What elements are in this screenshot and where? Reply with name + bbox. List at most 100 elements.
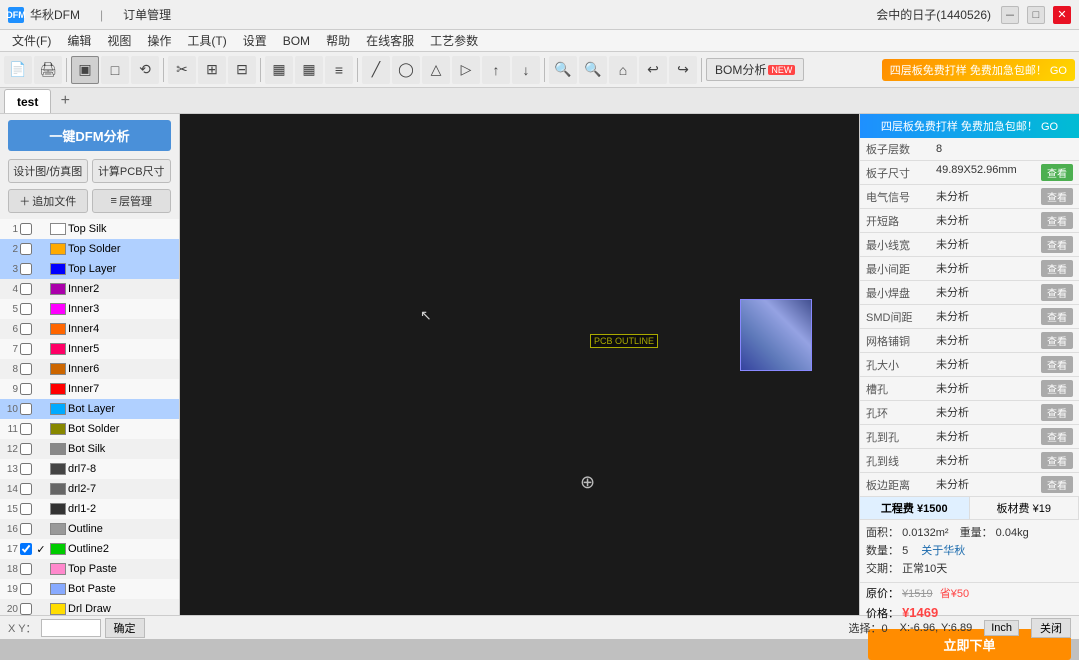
layer-visibility-checkbox[interactable] xyxy=(20,283,32,295)
bom-analysis-button[interactable]: BOM分析 NEW xyxy=(706,58,804,81)
layer-visibility-checkbox[interactable] xyxy=(20,603,32,615)
layer-visibility-checkbox[interactable] xyxy=(20,323,32,335)
layer-item[interactable]: 18 Top Paste xyxy=(0,559,179,579)
layer-item[interactable]: 8 Inner6 xyxy=(0,359,179,379)
cost-tab[interactable]: 工程费 ¥1500 xyxy=(860,497,970,519)
tb-merge[interactable]: ⊞ xyxy=(198,56,226,84)
property-check-button[interactable]: 查看 xyxy=(1041,356,1073,373)
design-view-button[interactable]: 设计图/仿真图 xyxy=(8,159,88,183)
tb-undo[interactable]: ↩ xyxy=(639,56,667,84)
tb-minus[interactable]: ⊟ xyxy=(228,56,256,84)
layer-visibility-checkbox[interactable] xyxy=(20,443,32,455)
pcb-canvas[interactable]: PCB OUTLINE ⊕ ↖ xyxy=(180,114,859,615)
layer-visibility-checkbox[interactable] xyxy=(20,583,32,595)
right-top-banner[interactable]: 四层板免费打样 免费加急包邮！ GO xyxy=(860,114,1079,138)
layer-item[interactable]: 17 ✓ Outline2 xyxy=(0,539,179,559)
menu-support[interactable]: 在线客服 xyxy=(358,30,422,52)
layer-visibility-checkbox[interactable] xyxy=(20,423,32,435)
property-check-button[interactable]: 查看 xyxy=(1041,212,1073,229)
close-button[interactable]: ✕ xyxy=(1053,6,1071,24)
layer-visibility-checkbox[interactable] xyxy=(20,483,32,495)
property-check-button[interactable]: 查看 xyxy=(1041,380,1073,397)
menu-operation[interactable]: 操作 xyxy=(139,30,179,52)
tb-grid2[interactable]: ▦ xyxy=(295,56,323,84)
layer-visibility-checkbox[interactable] xyxy=(20,503,32,515)
add-file-button[interactable]: ＋ 追加文件 xyxy=(8,189,88,213)
tb-select[interactable]: □ xyxy=(101,56,129,84)
tb-grid1[interactable]: ▦ xyxy=(265,56,293,84)
layer-item[interactable]: 20 Drl Draw xyxy=(0,599,179,615)
layer-item[interactable]: 15 drl1-2 xyxy=(0,499,179,519)
layer-visibility-checkbox[interactable] xyxy=(20,403,32,415)
tab-add-button[interactable]: + xyxy=(53,89,77,113)
maximize-button[interactable]: □ xyxy=(1027,6,1045,24)
tb-up[interactable]: ↑ xyxy=(482,56,510,84)
dfm-analyze-button[interactable]: 一键DFM分析 xyxy=(8,120,171,151)
tb-line[interactable]: ≡ xyxy=(325,56,353,84)
tb-new[interactable]: 📄 xyxy=(4,56,32,84)
cost-tab[interactable]: 板材费 ¥19 xyxy=(970,497,1079,519)
minimize-button[interactable]: － xyxy=(1001,6,1019,24)
layer-item[interactable]: 2 Top Solder xyxy=(0,239,179,259)
menu-help[interactable]: 帮助 xyxy=(318,30,358,52)
layer-visibility-checkbox[interactable] xyxy=(20,523,32,535)
tb-zoom-in[interactable]: 🔍 xyxy=(549,56,577,84)
layer-item[interactable]: 6 Inner4 xyxy=(0,319,179,339)
layer-visibility-checkbox[interactable] xyxy=(20,223,32,235)
confirm-button[interactable]: 确定 xyxy=(105,618,145,638)
property-check-button[interactable]: 查看 xyxy=(1041,260,1073,277)
calc-pcb-button[interactable]: 计算PCB尺寸 xyxy=(92,159,172,183)
layer-item[interactable]: 10 Bot Layer xyxy=(0,399,179,419)
tb-cut[interactable]: ✂ xyxy=(168,56,196,84)
layer-visibility-checkbox[interactable] xyxy=(20,363,32,375)
layer-visibility-checkbox[interactable] xyxy=(20,343,32,355)
ad-banner[interactable]: 四层板免费打样 免费加急包邮！ GO xyxy=(882,59,1075,81)
layer-item[interactable]: 1 Top Silk xyxy=(0,219,179,239)
menu-view[interactable]: 视图 xyxy=(99,30,139,52)
layer-visibility-checkbox[interactable] xyxy=(20,303,32,315)
layer-visibility-checkbox[interactable] xyxy=(20,463,32,475)
property-check-button[interactable]: 查看 xyxy=(1041,332,1073,349)
xy-input[interactable] xyxy=(41,619,101,637)
layer-item[interactable]: 12 Bot Silk xyxy=(0,439,179,459)
menu-process[interactable]: 工艺参数 xyxy=(422,30,486,52)
huaqiu-link[interactable]: 关于华秋 xyxy=(921,545,965,557)
tb-redo[interactable]: ↪ xyxy=(669,56,697,84)
menu-settings[interactable]: 设置 xyxy=(235,30,275,52)
tb-fit[interactable]: ⌂ xyxy=(609,56,637,84)
layer-visibility-checkbox[interactable] xyxy=(20,543,32,555)
property-check-button[interactable]: 查看 xyxy=(1041,308,1073,325)
tb-down[interactable]: ↓ xyxy=(512,56,540,84)
menu-edit[interactable]: 编辑 xyxy=(59,30,99,52)
tb-rotate[interactable]: ⟲ xyxy=(131,56,159,84)
layer-item[interactable]: 19 Bot Paste xyxy=(0,579,179,599)
property-check-button[interactable]: 查看 xyxy=(1041,164,1073,181)
tb-circle[interactable]: ◯ xyxy=(392,56,420,84)
close-small-button[interactable]: 关闭 xyxy=(1031,618,1071,638)
property-check-button[interactable]: 查看 xyxy=(1041,404,1073,421)
property-check-button[interactable]: 查看 xyxy=(1041,188,1073,205)
layer-visibility-checkbox[interactable] xyxy=(20,243,32,255)
tb-open[interactable]: 🖨 xyxy=(34,56,62,84)
layer-item[interactable]: 9 Inner7 xyxy=(0,379,179,399)
layer-visibility-checkbox[interactable] xyxy=(20,383,32,395)
tb-select-rect[interactable]: ▣ xyxy=(71,56,99,84)
tb-tri[interactable]: △ xyxy=(422,56,450,84)
layer-item[interactable]: 13 drl7-8 xyxy=(0,459,179,479)
tb-arrow[interactable]: ▷ xyxy=(452,56,480,84)
property-check-button[interactable]: 查看 xyxy=(1041,284,1073,301)
layer-visibility-checkbox[interactable] xyxy=(20,263,32,275)
unit-toggle-button[interactable]: Inch xyxy=(984,620,1019,636)
layer-item[interactable]: 16 Outline xyxy=(0,519,179,539)
layer-item[interactable]: 3 Top Layer xyxy=(0,259,179,279)
layer-item[interactable]: 5 Inner3 xyxy=(0,299,179,319)
tab-test[interactable]: test xyxy=(4,89,51,113)
layer-item[interactable]: 4 Inner2 xyxy=(0,279,179,299)
layer-item[interactable]: 7 Inner5 xyxy=(0,339,179,359)
tb-zoom-out[interactable]: 🔍 xyxy=(579,56,607,84)
property-check-button[interactable]: 查看 xyxy=(1041,428,1073,445)
menu-bom[interactable]: BOM xyxy=(275,30,318,52)
property-check-button[interactable]: 查看 xyxy=(1041,476,1073,493)
menu-file[interactable]: 文件(F) xyxy=(4,30,59,52)
property-check-button[interactable]: 查看 xyxy=(1041,236,1073,253)
